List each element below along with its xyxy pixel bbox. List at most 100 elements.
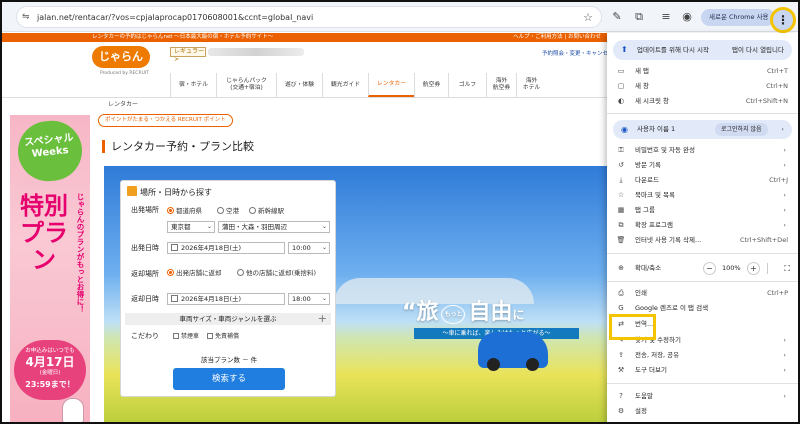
prefecture-select[interactable]: 東京都 ⌄	[167, 221, 215, 233]
jalan-page: レンタカーの予約はじゃらんnet 〜日本最大級の宿・ホテル予約サイト〜 ヘルプ・…	[2, 33, 607, 422]
select-value: 10:00	[292, 244, 311, 252]
nav-item[interactable]: じゃらんパック (交通+宿泊)	[216, 73, 276, 97]
key-icon: ⚿	[618, 146, 624, 154]
zoom-in-button[interactable]: +	[747, 262, 760, 275]
area-select[interactable]: 蒲田・大森・羽田周辺 ⌄	[218, 221, 330, 233]
menu-shortcut: Ctrl+Shift+N	[745, 97, 788, 105]
top-strip: レンタカーの予約はじゃらんnet 〜日本最大級の宿・ホテル予約サイト〜 ヘルプ・…	[2, 33, 607, 42]
radio-shinkansen[interactable]: 新幹線駅	[249, 205, 284, 215]
chevron-down-icon: ⌄	[206, 223, 212, 230]
non-smoking-checkbox[interactable]: 禁煙車	[173, 331, 199, 340]
radio-dot	[167, 269, 174, 276]
menu-shortcut: Ctrl+T	[767, 67, 788, 75]
pen-icon[interactable]: ✎	[610, 10, 624, 24]
deadline-time: 23:59まで！	[25, 380, 75, 389]
menu-share[interactable]: ⇪ 전송, 저장, 공유 ›	[607, 348, 798, 363]
zoom-out-button[interactable]: −	[703, 262, 716, 275]
fullscreen-icon[interactable]: ⛶	[784, 261, 790, 276]
depart-place-label: 出発場所	[131, 206, 159, 214]
insurance-checkbox[interactable]: 免責補償	[207, 331, 239, 340]
radio-return-other[interactable]: 他の店舗に返却(乗捨料)	[237, 269, 333, 277]
menu-downloads[interactable]: ⤓ 다운로드 Ctrl+J	[607, 173, 798, 188]
return-date-input[interactable]: 2026年4月18日(土)	[167, 293, 285, 305]
return-time-select[interactable]: 18:00 ⌄	[288, 293, 330, 305]
search-form: 場所・日時から探す 出発場所 都道府県 空港 新幹線駅 東京都 ⌄ 蒲田・大森・羽…	[120, 180, 336, 397]
translate-highlight-box	[609, 314, 656, 340]
extensions-icon[interactable]: ⧉	[632, 10, 646, 24]
chevron-right-icon: ›	[783, 351, 786, 359]
nav-item[interactable]: ゴルフ	[448, 73, 486, 97]
menu-print[interactable]: ⎙ 인쇄 Ctrl+P	[607, 286, 798, 301]
mascot-illustration	[62, 398, 84, 422]
radio-return-same[interactable]: 出発店舗に返却	[167, 269, 229, 277]
reservation-link[interactable]: 予約照会・変更・キャンセル	[542, 49, 607, 57]
menu-label: 설정	[635, 407, 647, 415]
address-bar[interactable]: ⇋ jalan.net/rentacar/?vos=cpjalaprocap01…	[16, 6, 602, 28]
profile-item[interactable]: ◉ 사용자 이름 1 로그인하지 않음 ›	[613, 120, 792, 139]
menu-extensions[interactable]: ⧉ 확장 프로그램 ›	[607, 218, 798, 233]
catch-small: もっと	[441, 304, 466, 324]
depart-date-input[interactable]: 2026年4月18日(土)	[167, 242, 285, 254]
menu-label: 새 창	[635, 82, 650, 90]
menu-new-tab[interactable]: ▭ 새 탭 Ctrl+T	[607, 64, 798, 79]
radio-airport[interactable]: 空港	[217, 205, 239, 215]
menu-new-window[interactable]: ▢ 새 창 Ctrl+N	[607, 79, 798, 94]
menu-shortcut: Ctrl+N	[766, 82, 788, 90]
nav-item-rentacar[interactable]: レンタカー	[368, 73, 414, 97]
vehicle-filter-bar[interactable]: 車両サイズ・車両ジャンルを選ぶ +	[125, 313, 331, 325]
deadline-date: 4月17日	[25, 355, 75, 369]
radio-dot	[237, 269, 244, 276]
search-button[interactable]: 検索する	[173, 368, 285, 390]
profile-icon[interactable]: ◉	[680, 10, 694, 24]
chevron-down-icon: ⌄	[321, 223, 327, 230]
chevron-right-icon: ›	[781, 125, 784, 133]
nav-divider	[2, 97, 607, 98]
breadcrumb[interactable]: レンタカー	[108, 99, 138, 108]
new-chrome-button[interactable]: 새로운 Chrome 사용 가	[701, 9, 775, 26]
menu-tab-groups[interactable]: ▦ 탭 그룹 ›	[607, 203, 798, 218]
menu-incognito[interactable]: ◐ 새 시크릿 창 Ctrl+Shift+N	[607, 94, 798, 109]
menu-settings[interactable]: ⚙ 설정	[607, 404, 798, 419]
jalan-logo[interactable]: じゃらん	[92, 46, 150, 68]
point-tag[interactable]: ポイントがたまる・つかえる RECRUIT ポイント	[98, 114, 233, 127]
menu-help[interactable]: ? 도움말 ›	[607, 389, 798, 404]
depart-time-select[interactable]: 10:00 ⌄	[288, 242, 330, 254]
bookmark-star-icon[interactable]: ☆	[583, 11, 593, 24]
nav-item[interactable]: 航空券	[414, 73, 448, 97]
radio-dot	[167, 207, 174, 214]
depart-time-label: 出発日時	[131, 244, 159, 252]
nav-item[interactable]: 遊び・体験	[276, 73, 322, 97]
menu-label: 방문 기록	[635, 161, 661, 169]
nav-item[interactable]: 観光ガイド	[322, 73, 368, 97]
gear-icon: ⚙	[617, 407, 625, 415]
menu-bookmarks[interactable]: ☆ 북마크 및 목록 ›	[607, 188, 798, 203]
zoom-value: 100%	[722, 264, 741, 272]
menu-passwords[interactable]: ⚿ 비밀번호 및 자동 완성 ›	[607, 143, 798, 158]
checkbox-label: 禁煙車	[181, 333, 200, 340]
menu-history[interactable]: ↺ 방문 기록 ›	[607, 158, 798, 173]
site-info-icon[interactable]: ⇋	[22, 12, 30, 22]
chrome-menu-button[interactable]: ⋮	[770, 7, 796, 33]
menu-clear-history[interactable]: 🗑 인터넷 사용 기록 삭제... Ctrl+Shift+Del	[607, 233, 798, 248]
nav-item[interactable]: 宿・ホテル	[170, 73, 216, 97]
menu-more-tools[interactable]: ⚒ 도구 더보기 ›	[607, 363, 798, 378]
banner-side-text: じゃらんのプランがもっとお得に！	[76, 193, 85, 313]
nav-item[interactable]: 海外 ホテル	[516, 73, 546, 97]
radio-prefecture[interactable]: 都道府県	[167, 205, 202, 215]
chrome-menu: ⬆ 업데이트를 위해 다시 시작 탭이 다시 열립니다 ▭ 새 탭 Ctrl+T ▢…	[607, 33, 798, 422]
nav-item[interactable]: 海外 航空券	[486, 73, 516, 97]
special-weeks-banner[interactable]: スペシャル Weeks 特別プラン じゃらんのプランがもっとお得に！ お申込みは…	[10, 115, 90, 422]
radio-label: 空港	[226, 207, 239, 215]
sign-in-status: 로그인하지 않음	[715, 123, 768, 136]
menu-label: 전송, 저장, 공유	[635, 351, 680, 359]
update-restart-item[interactable]: ⬆ 업데이트를 위해 다시 시작 탭이 다시 열립니다	[613, 40, 792, 60]
menu-label: 확장 프로그램	[635, 221, 673, 229]
menu-label: 북마크 및 목록	[635, 191, 676, 199]
update-label: 업데이트를 위해 다시 시작	[637, 46, 709, 54]
radio-dot	[217, 207, 224, 214]
user-icon: ◉	[621, 125, 628, 134]
member-rank-badge[interactable]: レギュラー >	[170, 47, 206, 63]
media-icon[interactable]: ≡	[659, 10, 673, 24]
trash-icon: 🗑	[616, 236, 626, 244]
top-strip-links[interactable]: ヘルプ・ご利用方法 | お問い合わせ	[513, 33, 601, 42]
